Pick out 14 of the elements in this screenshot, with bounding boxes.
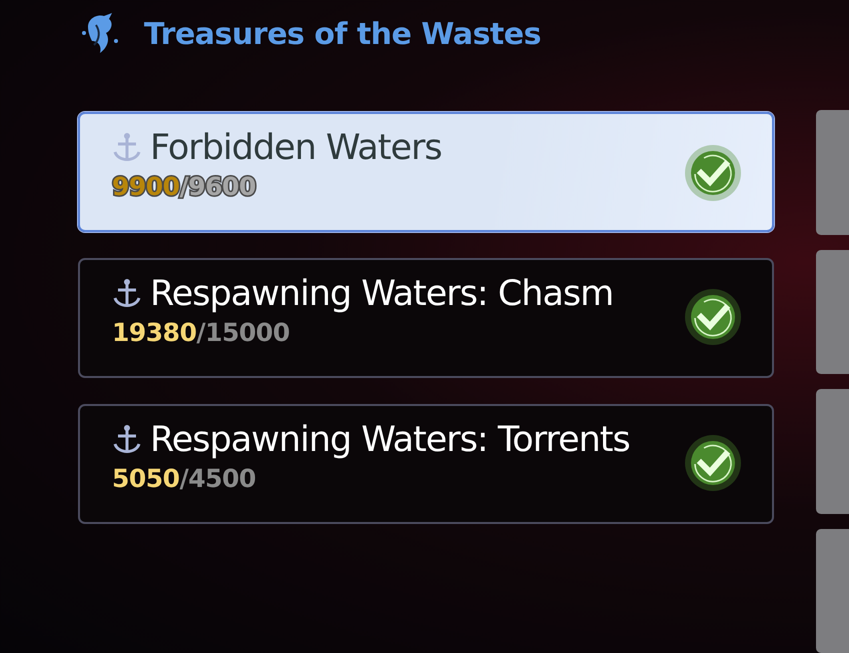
quest-progress: 5050/4500	[112, 464, 257, 493]
quest-progress: 19380/15000	[112, 318, 291, 347]
quest-progress: 9900/9600	[112, 172, 257, 201]
quest-name: Respawning Waters: Torrents	[150, 420, 630, 460]
side-tab[interactable]	[816, 110, 849, 234]
quest-name: Respawning Waters: Chasm	[150, 274, 614, 314]
side-tab[interactable]	[816, 528, 849, 653]
quest-name: Forbidden Waters	[150, 128, 442, 168]
header-title: Treasures of the Wastes	[144, 16, 541, 52]
side-tab[interactable]	[816, 389, 849, 514]
side-tab[interactable]	[816, 250, 849, 374]
quest-card[interactable]: Respawning Waters: Torrents 5050/4500	[78, 404, 774, 524]
quest-card[interactable]: Respawning Waters: Chasm 19380/15000	[78, 258, 774, 378]
quest-card[interactable]: Forbidden Waters 9900/9600	[78, 112, 774, 232]
